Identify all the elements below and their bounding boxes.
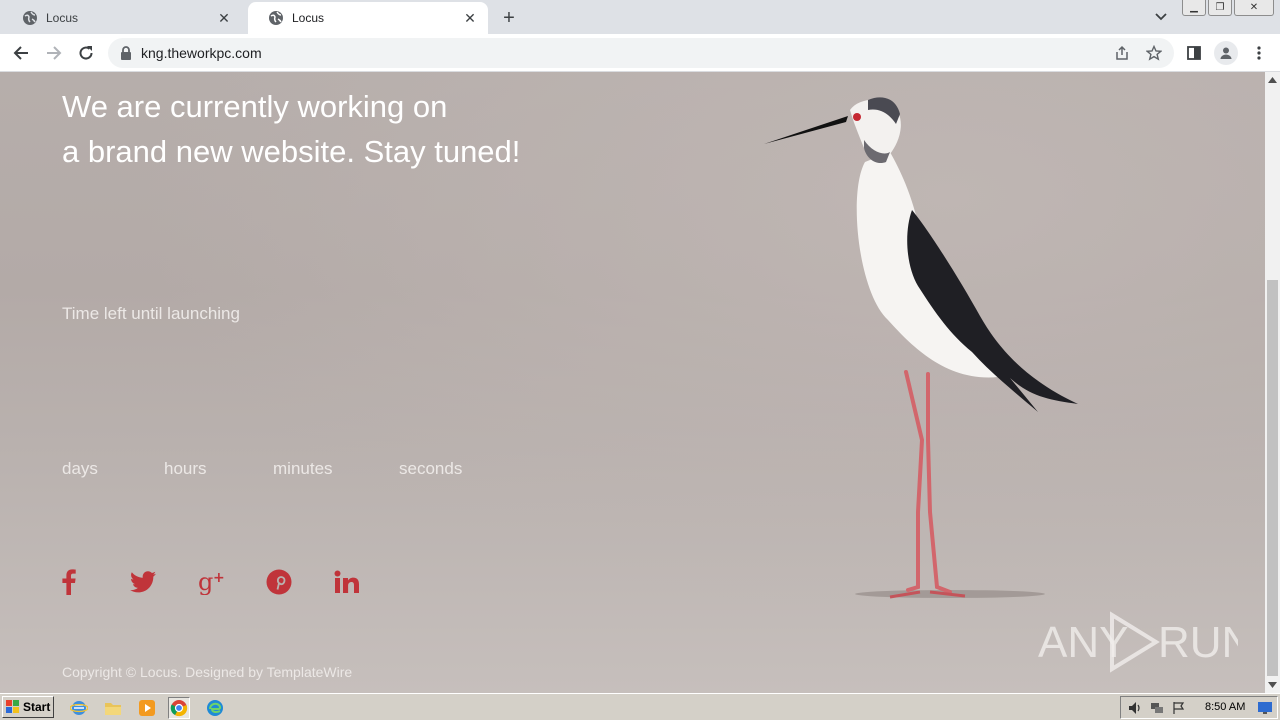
tab-strip: Locus ✕ Locus ✕ + ▁ ❐ ✕ — [0, 0, 1280, 34]
anyrun-watermark: ANY RUN — [1038, 611, 1238, 673]
bookmark-star-icon[interactable] — [1142, 41, 1166, 65]
taskbar-clock[interactable]: 8:50 AM — [1205, 701, 1245, 713]
countdown-hours-label: hours — [164, 459, 207, 478]
file-explorer-icon[interactable] — [102, 697, 124, 719]
tab-search-chevron-icon[interactable] — [1152, 9, 1170, 25]
svg-text:g: g — [198, 569, 213, 595]
address-bar[interactable]: kng.theworkpc.com — [108, 38, 1174, 68]
back-arrow-icon[interactable] — [9, 41, 33, 65]
pinterest-icon[interactable] — [266, 566, 334, 598]
start-button[interactable]: Start — [2, 696, 54, 718]
countdown-labels: days hours minutes seconds — [62, 459, 462, 479]
svg-text:RUN: RUN — [1158, 618, 1238, 667]
volume-icon[interactable] — [1127, 700, 1143, 716]
bird-photo — [764, 97, 1078, 599]
countdown-seconds-label: seconds — [399, 459, 463, 478]
lock-icon[interactable] — [120, 46, 132, 60]
globe-icon — [22, 10, 38, 26]
headline-line-2: a brand new website. Stay tuned! — [62, 134, 521, 169]
launch-subheading: Time left until launching — [62, 304, 240, 323]
close-tab-icon[interactable]: ✕ — [462, 10, 478, 26]
svg-text:+: + — [213, 570, 225, 586]
media-player-icon[interactable] — [136, 697, 158, 719]
edge-icon[interactable] — [204, 697, 226, 719]
windows-taskbar: Start 8:50 AM — [0, 693, 1280, 720]
share-icon[interactable] — [1110, 41, 1134, 65]
forward-arrow-icon[interactable] — [42, 41, 66, 65]
window-controls: ▁ ❐ ✕ — [1182, 0, 1274, 16]
svg-text:ANY: ANY — [1038, 618, 1128, 667]
tab-title: Locus — [46, 11, 79, 25]
countdown-minutes-label: minutes — [273, 459, 333, 478]
kebab-menu-icon[interactable] — [1247, 41, 1271, 65]
chrome-icon[interactable] — [168, 697, 190, 719]
url-text: kng.theworkpc.com — [141, 45, 262, 61]
headline-line-1: We are currently working on — [62, 89, 448, 124]
scroll-up-arrow-icon[interactable] — [1268, 75, 1277, 84]
copyright-text: Copyright © Locus. Designed by TemplateW… — [62, 664, 353, 680]
new-tab-button[interactable]: + — [498, 7, 520, 29]
network-icon[interactable] — [1149, 700, 1165, 716]
restore-icon[interactable]: ❐ — [1208, 0, 1232, 16]
page-headline: We are currently working on a brand new … — [62, 84, 520, 174]
close-window-icon[interactable]: ✕ — [1234, 0, 1274, 16]
scrollbar-thumb[interactable] — [1267, 280, 1278, 676]
social-links: g + — [62, 566, 402, 598]
reload-icon[interactable] — [74, 41, 98, 65]
close-tab-icon[interactable]: ✕ — [216, 10, 232, 26]
side-panel-icon[interactable] — [1182, 41, 1206, 65]
windows-flag-icon — [6, 700, 19, 713]
facebook-icon[interactable] — [62, 566, 130, 598]
action-center-flag-icon[interactable] — [1171, 700, 1187, 716]
twitter-icon[interactable] — [130, 566, 198, 598]
start-label: Start — [23, 700, 51, 714]
minimize-icon[interactable]: ▁ — [1182, 0, 1206, 16]
tab-title: Locus — [292, 11, 325, 25]
page-scrollbar[interactable] — [1265, 72, 1280, 693]
linkedin-icon[interactable] — [334, 566, 402, 598]
scroll-down-arrow-icon[interactable] — [1268, 680, 1277, 689]
countdown-days-label: days — [62, 459, 98, 478]
tab-locus-1[interactable]: Locus ✕ — [2, 2, 242, 34]
internet-explorer-icon[interactable] — [68, 697, 90, 719]
page-viewport: We are currently working on a brand new … — [0, 72, 1265, 693]
browser-toolbar: kng.theworkpc.com — [0, 34, 1280, 72]
tab-locus-2[interactable]: Locus ✕ — [248, 2, 488, 34]
show-desktop-icon[interactable] — [1257, 700, 1273, 716]
google-plus-icon[interactable]: g + — [198, 566, 266, 598]
system-tray: 8:50 AM — [1120, 696, 1278, 719]
profile-avatar-icon[interactable] — [1214, 41, 1238, 65]
globe-icon — [268, 10, 284, 26]
